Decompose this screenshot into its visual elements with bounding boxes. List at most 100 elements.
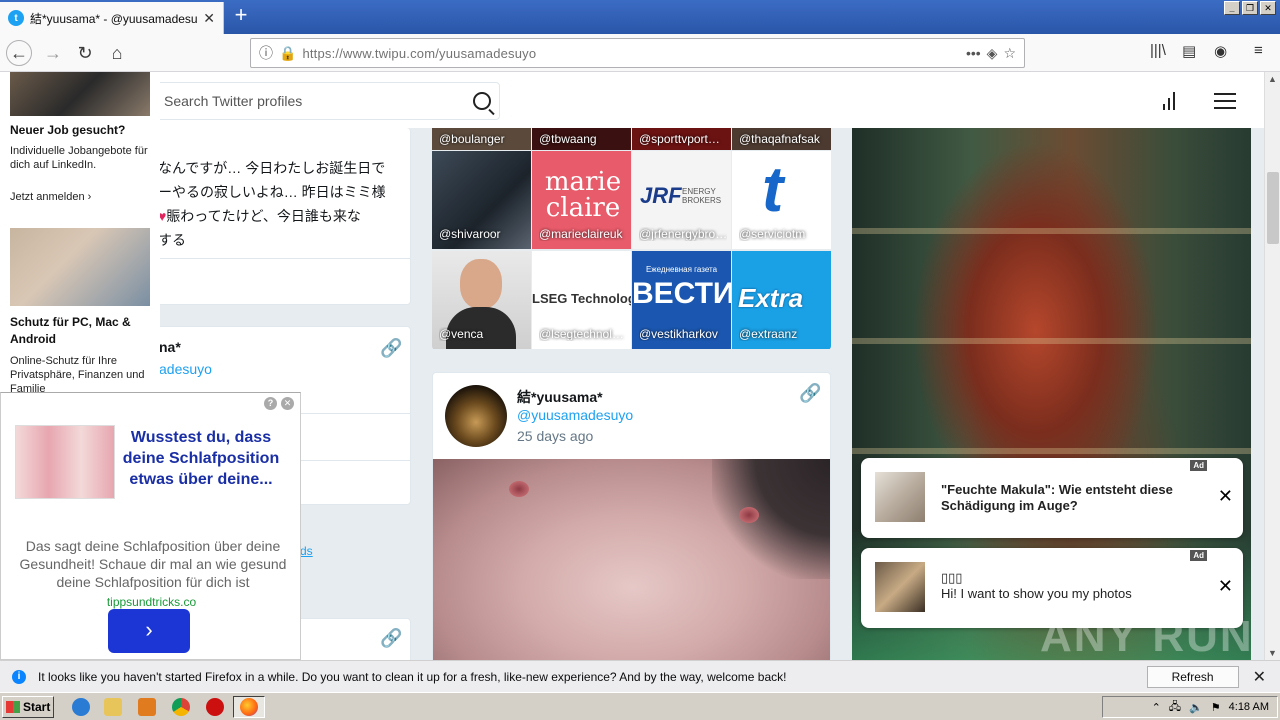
vesti-logo: ВЕСТИ [632,277,731,310]
search-input[interactable]: Search Twitter profiles [164,93,473,109]
profile-name[interactable]: na* [159,339,181,355]
ad-headline[interactable]: Neuer Job gesucht? [10,122,155,139]
search-box[interactable]: Search Twitter profiles [155,82,500,120]
ie-icon[interactable] [72,698,90,716]
windows-logo-icon [6,701,20,713]
scroll-up-icon[interactable]: ▲ [1268,74,1277,84]
grid-cell[interactable]: marie claire @marieclaireuk [532,151,631,249]
back-arrow-icon[interactable]: ← [6,40,32,66]
clock[interactable]: 4:18 AM [1229,701,1269,713]
screen: t 結*yuusama* - @yuusamadesuyo ✕ + _ ❐ ✕ … [0,0,1280,720]
info-icon[interactable]: ⓘ [259,43,273,63]
chrome-icon[interactable] [172,698,190,716]
menu-icon[interactable] [1214,93,1236,109]
partial-link[interactable]: ds [300,544,313,558]
close-icon[interactable]: ✕ [281,397,294,410]
grid-cell[interactable]: @shivaroor [432,151,531,249]
close-icon[interactable]: ✕ [1218,486,1233,507]
ad-image[interactable] [10,72,150,116]
tweet-line: する [158,232,186,248]
ad-cta-link[interactable]: Jetzt anmelden › [10,191,91,203]
pocket-icon[interactable]: ◈ [987,45,998,62]
link-icon[interactable]: 🔗 [799,383,821,404]
post-author-handle[interactable]: @yuusamadesuyo [517,407,633,423]
notification-text: "Feuchte Makula": Wie entsteht diese Sch… [941,482,1173,513]
tab-close-icon[interactable]: ✕ [203,10,215,27]
account-icon[interactable]: ◉ [1214,42,1227,60]
help-icon[interactable]: ? [264,397,277,410]
forward-arrow-icon[interactable]: → [40,40,66,66]
close-icon[interactable]: ✕ [1218,576,1233,597]
sidebar-ads: Neuer Job gesucht? Individuelle Jobangeb… [0,72,160,395]
sidebar-icon[interactable]: ▤ [1182,42,1196,60]
notification-thumbnail [875,472,925,522]
popup-ad-controls: ? ✕ [264,397,294,410]
tweet-line: ーやるの寂しいよね… 昨日はミミ様 [158,184,386,200]
volume-icon[interactable]: 🔈 [1189,701,1203,714]
chevron-right-icon: › [87,191,92,203]
grid-cell[interactable]: @venca [432,251,531,349]
grid-cell[interactable]: JRF ENERGY BROKERS @jrfenergybro… [632,151,731,249]
ad-headline[interactable]: Schutz für PC, Mac & Android [10,314,155,348]
page-scrollbar[interactable]: ▲ ▼ [1264,72,1280,660]
link-icon[interactable]: 🔗 [380,628,402,649]
folder-icon[interactable] [104,698,122,716]
url-bar[interactable]: ⓘ 🔒 https://www.twipu.com/yuusamadesuyo … [250,38,1025,68]
opera-icon[interactable] [206,698,224,716]
post-image[interactable] [433,459,830,660]
grid-cell[interactable]: Ежедневная газета ВЕСТИ @vestikharkov [632,251,731,349]
popup-ad-image[interactable] [15,425,115,499]
photo-shelf [852,448,1251,454]
photo-shelf [852,228,1251,234]
tab-title: 結*yuusama* - @yuusamadesuyo [30,11,198,26]
restore-icon[interactable]: ❐ [1242,1,1258,15]
post-author-name[interactable]: 結*yuusama* [517,387,603,407]
grid-cell[interactable]: LSEG Technology @lsegtechnol… [532,251,631,349]
grid-cell[interactable]: @boulanger [432,128,531,150]
profile-handle[interactable]: adesuyo [159,361,212,377]
new-tab-icon[interactable]: + [230,4,252,28]
network-icon[interactable]: 🖧 [1169,698,1181,717]
grid-cell[interactable]: Extra @extraanz [732,251,831,349]
hamburger-menu-icon[interactable]: ≡ [1254,42,1263,59]
link-icon[interactable]: 🔗 [380,338,402,359]
avatar[interactable] [445,385,507,447]
start-button[interactable]: Start [2,696,54,718]
grid-label: @venca [439,327,484,341]
close-icon[interactable]: ✕ [1253,667,1266,687]
portrait-face [460,259,502,309]
popup-ad-title[interactable]: Wusstest du, dass deine Schlafposition e… [117,427,285,490]
bookmark-star-icon[interactable]: ☆ [1003,45,1016,62]
home-icon[interactable]: ⌂ [104,40,130,66]
tray-expand-icon[interactable]: ⌃ [1152,701,1161,714]
grid-cell[interactable]: t @serviciotm [732,151,831,249]
grid-label: @vestikharkov [639,327,718,341]
url-text[interactable]: https://www.twipu.com/yuusamadesuyo [302,46,960,61]
grid-label: @extraanz [739,327,798,341]
page-actions-icon[interactable]: ••• [966,45,981,61]
notification-title: ▯▯▯ [941,570,963,585]
browser-tab[interactable]: t 結*yuusama* - @yuusamadesuyo ✕ [0,2,224,34]
push-notification[interactable]: "Feuchte Makula": Wie entsteht diese Sch… [861,458,1243,538]
scroll-down-icon[interactable]: ▼ [1268,648,1277,658]
close-window-icon[interactable]: ✕ [1260,1,1276,15]
reload-icon[interactable]: ↻ [72,40,98,66]
media-player-icon[interactable] [138,698,156,716]
library-icon[interactable]: |||\ [1150,42,1166,59]
grid-cell[interactable]: @sporttvport… [632,128,731,150]
notification-text: Hi! I want to show you my photos [941,586,1132,601]
scrollbar-thumb[interactable] [1267,172,1279,244]
refresh-firefox-button[interactable]: Refresh Firefox… [1146,665,1239,704]
popup-ad[interactable]: ? ✕ Wusstest du, dass deine Schlafpositi… [0,392,301,660]
search-icon[interactable] [473,92,491,110]
ad-image[interactable] [10,228,150,306]
flag-icon[interactable]: ⚑ [1211,701,1221,714]
minimize-icon[interactable]: _ [1224,1,1240,15]
grid-cell[interactable]: @thaqafnafsak [732,128,831,150]
taskbar-firefox-active[interactable] [233,696,265,718]
grid-label: @jrfenergybro… [639,227,727,241]
grid-cell[interactable]: @tbwaang [532,128,631,150]
popup-ad-button[interactable]: › [108,609,190,653]
stats-icon[interactable] [1163,90,1179,110]
grid-label: @boulanger [439,132,505,146]
